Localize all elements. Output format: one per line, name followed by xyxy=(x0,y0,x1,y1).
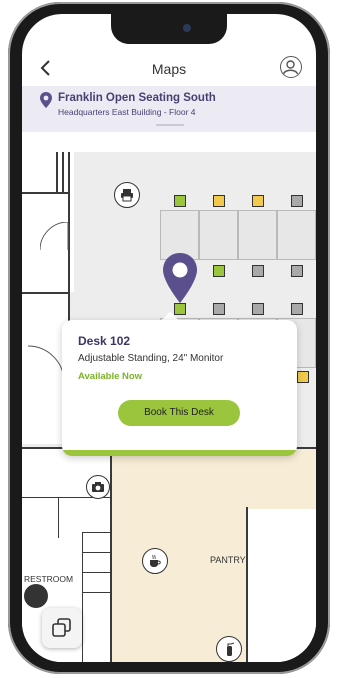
drag-handle[interactable] xyxy=(156,124,184,126)
location-bar[interactable]: Franklin Open Seating South Headquarters… xyxy=(22,86,316,132)
door-arc xyxy=(40,222,69,251)
wall xyxy=(22,192,70,194)
location-subtitle: Headquarters East Building - Floor 4 xyxy=(58,107,196,117)
desk-unavailable[interactable] xyxy=(291,195,303,207)
desk-unavailable[interactable] xyxy=(291,265,303,277)
desk-unavailable[interactable] xyxy=(213,303,225,315)
separator-band xyxy=(22,132,316,153)
user-circle-icon[interactable] xyxy=(280,56,302,78)
desk-available[interactable] xyxy=(174,195,186,207)
popup-accent-bar xyxy=(62,450,297,456)
camera-lens xyxy=(183,24,191,32)
coffee-cup-icon[interactable] xyxy=(142,548,168,574)
app-header: Maps xyxy=(22,52,316,86)
desk-popup: Desk 102 Adjustable Standing, 24" Monito… xyxy=(62,320,297,456)
map-pin-icon xyxy=(40,92,52,108)
page-title: Maps xyxy=(151,61,187,77)
desk-reserved[interactable] xyxy=(213,195,225,207)
desk-surface xyxy=(277,210,316,260)
location-name: Franklin Open Seating South xyxy=(58,92,216,104)
screen: Maps Franklin Open Seating South Headqua… xyxy=(22,14,316,662)
book-desk-button[interactable]: Book This Desk xyxy=(118,400,240,426)
floor-map[interactable]: RESTROOM PANTRY Desk 102 Adjustable Stan… xyxy=(22,152,316,662)
wall xyxy=(62,152,64,192)
wall xyxy=(82,572,110,573)
printer-icon[interactable] xyxy=(114,182,140,208)
layers-button[interactable] xyxy=(42,608,82,648)
desk-unavailable[interactable] xyxy=(291,303,303,315)
fire-extinguisher-icon[interactable] xyxy=(216,636,242,662)
desk-unavailable[interactable] xyxy=(252,303,264,315)
wall xyxy=(82,532,110,533)
accessible-icon[interactable] xyxy=(24,584,48,608)
notch xyxy=(111,14,227,44)
pantry-storage xyxy=(248,509,316,662)
desk-reserved[interactable] xyxy=(252,195,264,207)
desk-reserved[interactable] xyxy=(297,371,309,383)
layers-icon xyxy=(52,618,71,637)
desk-unavailable[interactable] xyxy=(252,265,264,277)
desk-selected[interactable] xyxy=(174,303,186,315)
wall xyxy=(82,532,83,662)
desk-available[interactable] xyxy=(213,265,225,277)
wall xyxy=(58,498,59,538)
wall xyxy=(82,592,110,593)
pantry-label: PANTRY xyxy=(210,555,246,565)
restroom-label: RESTROOM xyxy=(24,574,74,584)
camera-icon[interactable] xyxy=(86,475,110,499)
desk-surface xyxy=(199,210,238,260)
wall xyxy=(56,152,58,192)
wall xyxy=(82,552,110,553)
availability-status: Available Now xyxy=(78,371,143,382)
phone-frame: Maps Franklin Open Seating South Headqua… xyxy=(8,2,330,674)
selected-desk-pin-icon[interactable] xyxy=(162,252,198,304)
desk-name: Desk 102 xyxy=(78,334,131,348)
desk-surface xyxy=(238,210,277,260)
desk-description: Adjustable Standing, 24" Monitor xyxy=(78,353,224,364)
